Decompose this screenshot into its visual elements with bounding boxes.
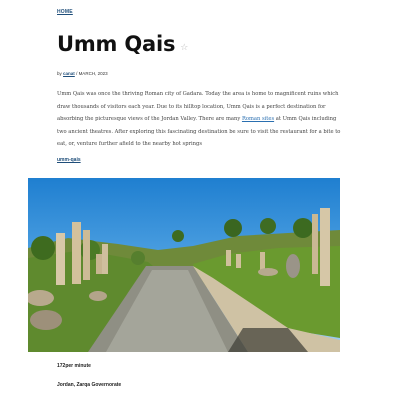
star-icon[interactable]: ☆ [180, 43, 188, 52]
roman-sites-link[interactable]: Roman sites [242, 116, 274, 122]
photo-caption-duration: 172per minute [57, 363, 91, 369]
post-date: / MARCH, 2023 [76, 71, 108, 76]
page-title: Umm Qais [57, 32, 176, 56]
post-meta: by canat / MARCH, 2023 [57, 71, 108, 76]
meta-prefix: by [57, 71, 62, 76]
photo-caption-location: Jordan, Zarqa Governorate [57, 382, 122, 388]
post-body: Umm Qais was once the thriving Roman cit… [57, 88, 342, 151]
title-row: Umm Qais ☆ [57, 30, 188, 58]
author-link[interactable]: canat [63, 71, 75, 76]
ruins-photo [28, 178, 340, 352]
breadcrumb-home-link[interactable]: HOME [57, 9, 73, 15]
tag-link[interactable]: umm-qais [57, 157, 81, 163]
